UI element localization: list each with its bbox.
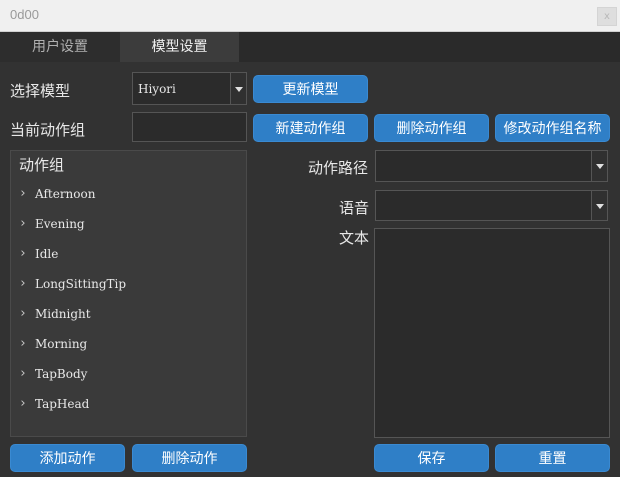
tree-item[interactable]: › TapHead xyxy=(11,389,246,419)
chevron-right-icon[interactable]: › xyxy=(17,359,29,389)
delete-group-button[interactable]: 删除动作组 xyxy=(374,114,489,142)
new-group-button[interactable]: 新建动作组 xyxy=(253,114,368,142)
tree-item[interactable]: › Evening xyxy=(11,209,246,239)
reset-button[interactable]: 重置 xyxy=(495,444,610,472)
chevron-right-icon[interactable]: › xyxy=(17,269,29,299)
motion-group-tree[interactable]: 动作组 › Afternoon › Evening › Idle › LongS… xyxy=(10,150,247,437)
chevron-right-icon[interactable]: › xyxy=(17,179,29,209)
chevron-down-icon xyxy=(591,191,607,220)
tree-item-label: LongSittingTip xyxy=(35,277,127,291)
tree-item[interactable]: › Afternoon xyxy=(11,179,246,209)
tree-item[interactable]: › TapBody xyxy=(11,359,246,389)
tab-user-settings[interactable]: 用户设置 xyxy=(0,32,120,62)
tree-item-label: Idle xyxy=(35,247,59,261)
delete-motion-button[interactable]: 删除动作 xyxy=(132,444,247,472)
add-motion-button[interactable]: 添加动作 xyxy=(10,444,125,472)
model-settings-panel: 选择模型 Hiyori 更新模型 当前动作组 新建动作组 删除动作组 修改动作组… xyxy=(0,62,620,477)
chevron-right-icon[interactable]: › xyxy=(17,239,29,269)
text-label: 文本 xyxy=(339,229,370,247)
text-area[interactable] xyxy=(374,228,610,438)
tree-header: 动作组 xyxy=(19,156,65,174)
select-model-label: 选择模型 xyxy=(10,82,71,100)
motion-path-select[interactable] xyxy=(375,150,608,182)
rename-group-button[interactable]: 修改动作组名称 xyxy=(495,114,610,142)
tree-item-label: TapHead xyxy=(35,397,90,411)
chevron-right-icon[interactable]: › xyxy=(17,299,29,329)
model-select[interactable]: Hiyori xyxy=(132,72,247,105)
tree-item-label: Afternoon xyxy=(35,187,96,201)
tree-item-label: Morning xyxy=(35,337,88,351)
chevron-down-icon xyxy=(591,151,607,181)
chevron-right-icon[interactable]: › xyxy=(17,329,29,359)
title-bar: 0d00 x xyxy=(0,0,620,32)
close-button[interactable]: x xyxy=(597,7,617,26)
voice-select[interactable] xyxy=(375,190,608,221)
chevron-right-icon[interactable]: › xyxy=(17,209,29,239)
current-group-label: 当前动作组 xyxy=(10,121,86,139)
update-model-button[interactable]: 更新模型 xyxy=(253,75,368,103)
chevron-right-icon[interactable]: › xyxy=(17,389,29,419)
tree-item[interactable]: › Morning xyxy=(11,329,246,359)
tree-item[interactable]: › LongSittingTip xyxy=(11,269,246,299)
current-group-input[interactable] xyxy=(132,112,247,142)
tree-item-label: Evening xyxy=(35,217,85,231)
close-icon: x xyxy=(604,11,610,22)
tree-item-label: TapBody xyxy=(35,367,88,381)
tab-model-settings[interactable]: 模型设置 xyxy=(120,32,239,62)
motion-path-label: 动作路径 xyxy=(308,159,369,177)
tree-item[interactable]: › Idle xyxy=(11,239,246,269)
tree-item-label: Midnight xyxy=(35,307,91,321)
save-button[interactable]: 保存 xyxy=(374,444,489,472)
model-select-value: Hiyori xyxy=(138,81,176,96)
window-title: 0d00 xyxy=(10,7,39,22)
tab-bar: 用户设置 模型设置 xyxy=(0,32,620,62)
chevron-down-icon xyxy=(230,73,246,104)
tree-item[interactable]: › Midnight xyxy=(11,299,246,329)
voice-label: 语音 xyxy=(339,199,370,217)
